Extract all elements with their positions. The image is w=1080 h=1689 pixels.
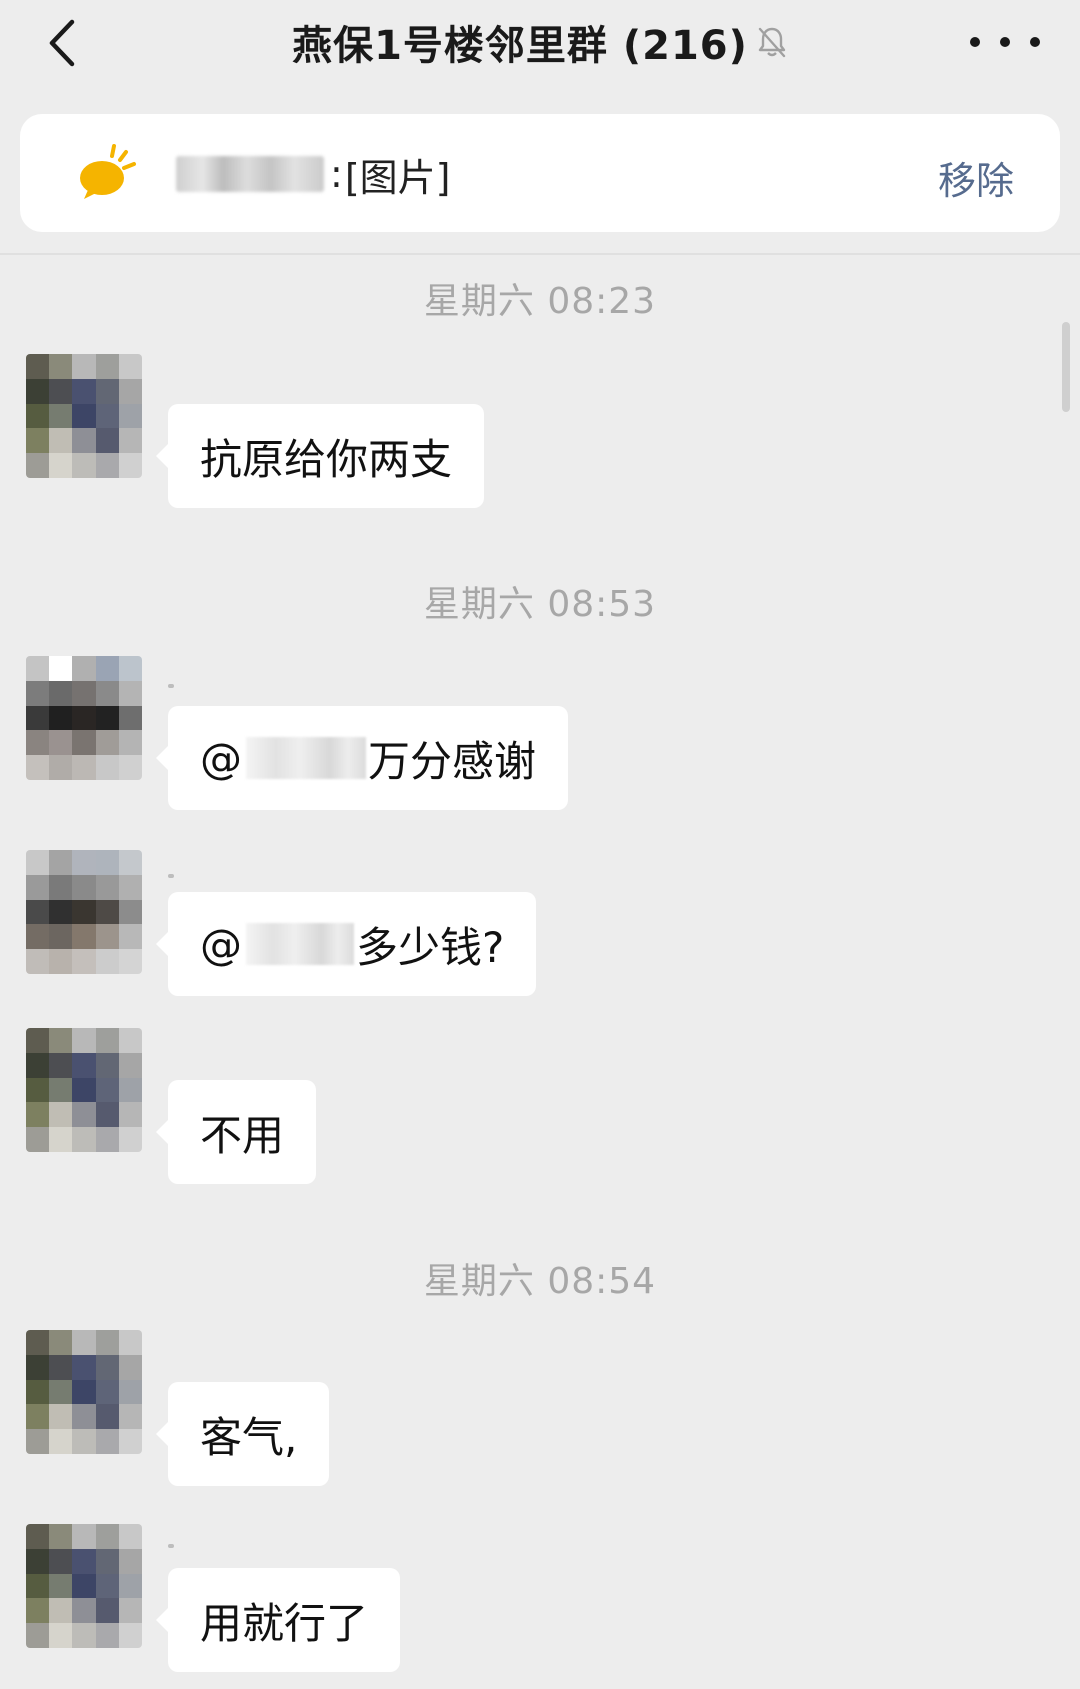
mention-prefix: @ — [200, 919, 242, 969]
message-bubble[interactable]: @ 多少钱? — [155, 892, 537, 996]
sender-name-blur — [168, 1544, 174, 1548]
avatar[interactable] — [26, 1028, 142, 1152]
timestamp: 星期六 08:23 — [423, 281, 657, 322]
avatar[interactable] — [26, 354, 142, 478]
sender-name-blur — [168, 874, 174, 878]
mention-name-blur — [246, 737, 366, 779]
megaphone-sun-icon — [80, 144, 136, 199]
remove-pin-button[interactable]: 移除 — [938, 150, 1014, 205]
chat-title: 燕保1号楼邻里群 (216) — [292, 23, 748, 69]
message-bubble[interactable]: 用就行了 — [155, 1568, 401, 1672]
message-text: 用就行了 — [200, 1598, 369, 1648]
message-text: 抗原给你两支 — [200, 434, 453, 484]
message-bubble[interactable]: @ 万分感谢 — [155, 706, 569, 810]
sender-name-blur — [168, 684, 174, 688]
message-bubble[interactable]: 抗原给你两支 — [155, 404, 485, 508]
pinned-message-bar[interactable]: : [图片] 移除 — [20, 114, 1060, 232]
message-text: 客气, — [200, 1412, 298, 1462]
message-text: 不用 — [200, 1110, 285, 1160]
header-divider — [0, 253, 1080, 255]
ellipsis-dot — [1030, 37, 1040, 47]
avatar[interactable] — [26, 656, 142, 780]
pinned-separator: : — [330, 152, 343, 196]
mention-prefix: @ — [200, 733, 242, 783]
message-text: 万分感谢 — [368, 736, 537, 786]
scrollbar[interactable] — [1062, 322, 1070, 412]
timestamp: 星期六 08:53 — [423, 584, 657, 625]
pinned-sender-blur — [176, 156, 324, 192]
message-bubble[interactable]: 不用 — [155, 1080, 317, 1184]
timestamp: 星期六 08:54 — [423, 1261, 657, 1302]
avatar[interactable] — [26, 850, 142, 974]
ellipsis-icon — [970, 37, 980, 47]
mention-name-blur — [246, 923, 354, 965]
ellipsis-dot — [1000, 37, 1010, 47]
bell-off-icon — [756, 25, 788, 59]
avatar[interactable] — [26, 1524, 142, 1648]
pinned-message-text: : [图片] — [176, 152, 450, 200]
chat-title-area[interactable]: 燕保1号楼邻里群 (216) — [0, 14, 1080, 70]
chat-header: 燕保1号楼邻里群 (216) — [0, 0, 1080, 96]
avatar[interactable] — [26, 1330, 142, 1454]
pinned-content: [图片] — [344, 155, 451, 200]
message-bubble[interactable]: 客气, — [155, 1382, 330, 1486]
more-options-button[interactable] — [970, 22, 1040, 62]
message-text: 多少钱? — [356, 922, 505, 972]
